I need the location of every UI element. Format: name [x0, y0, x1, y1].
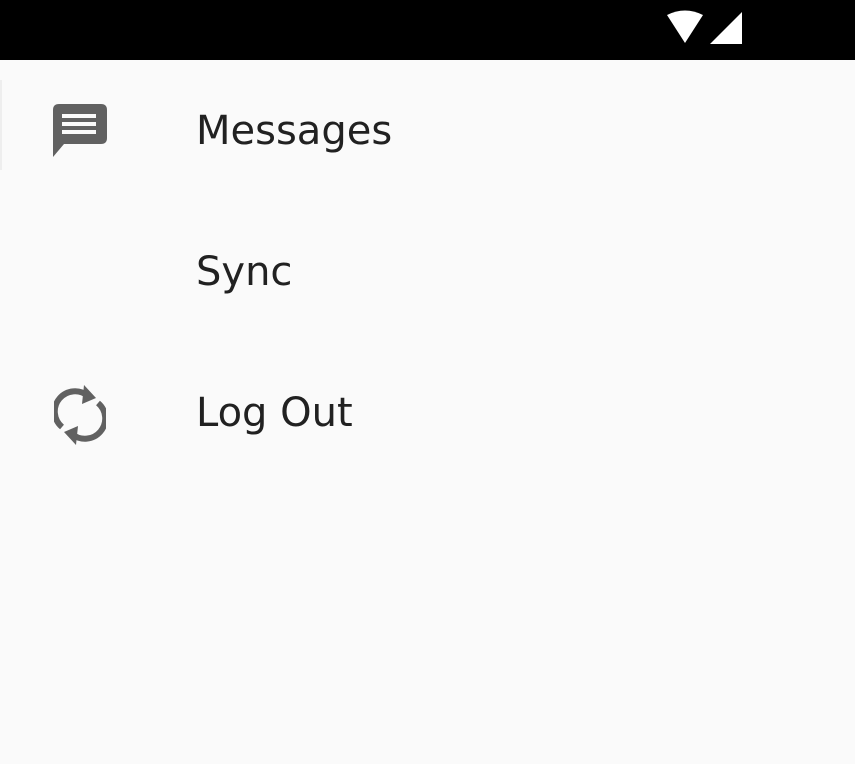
menu-item-label: Sync	[196, 249, 293, 295]
menu-item-log-out[interactable]: Log Out	[0, 342, 855, 483]
menu-item-sync[interactable]: Sync	[0, 201, 855, 445]
cellular-signal-icon	[710, 12, 742, 44]
status-bar	[0, 0, 855, 60]
message-icon	[53, 104, 107, 157]
menu-item-label: Messages	[196, 108, 393, 154]
navigation-drawer: Messages Sync Log Out	[0, 60, 855, 764]
wifi-icon	[667, 10, 703, 43]
drawer-edge-divider	[0, 80, 2, 170]
menu-item-label: Log Out	[196, 390, 353, 436]
menu-item-messages[interactable]: Messages	[0, 60, 855, 201]
